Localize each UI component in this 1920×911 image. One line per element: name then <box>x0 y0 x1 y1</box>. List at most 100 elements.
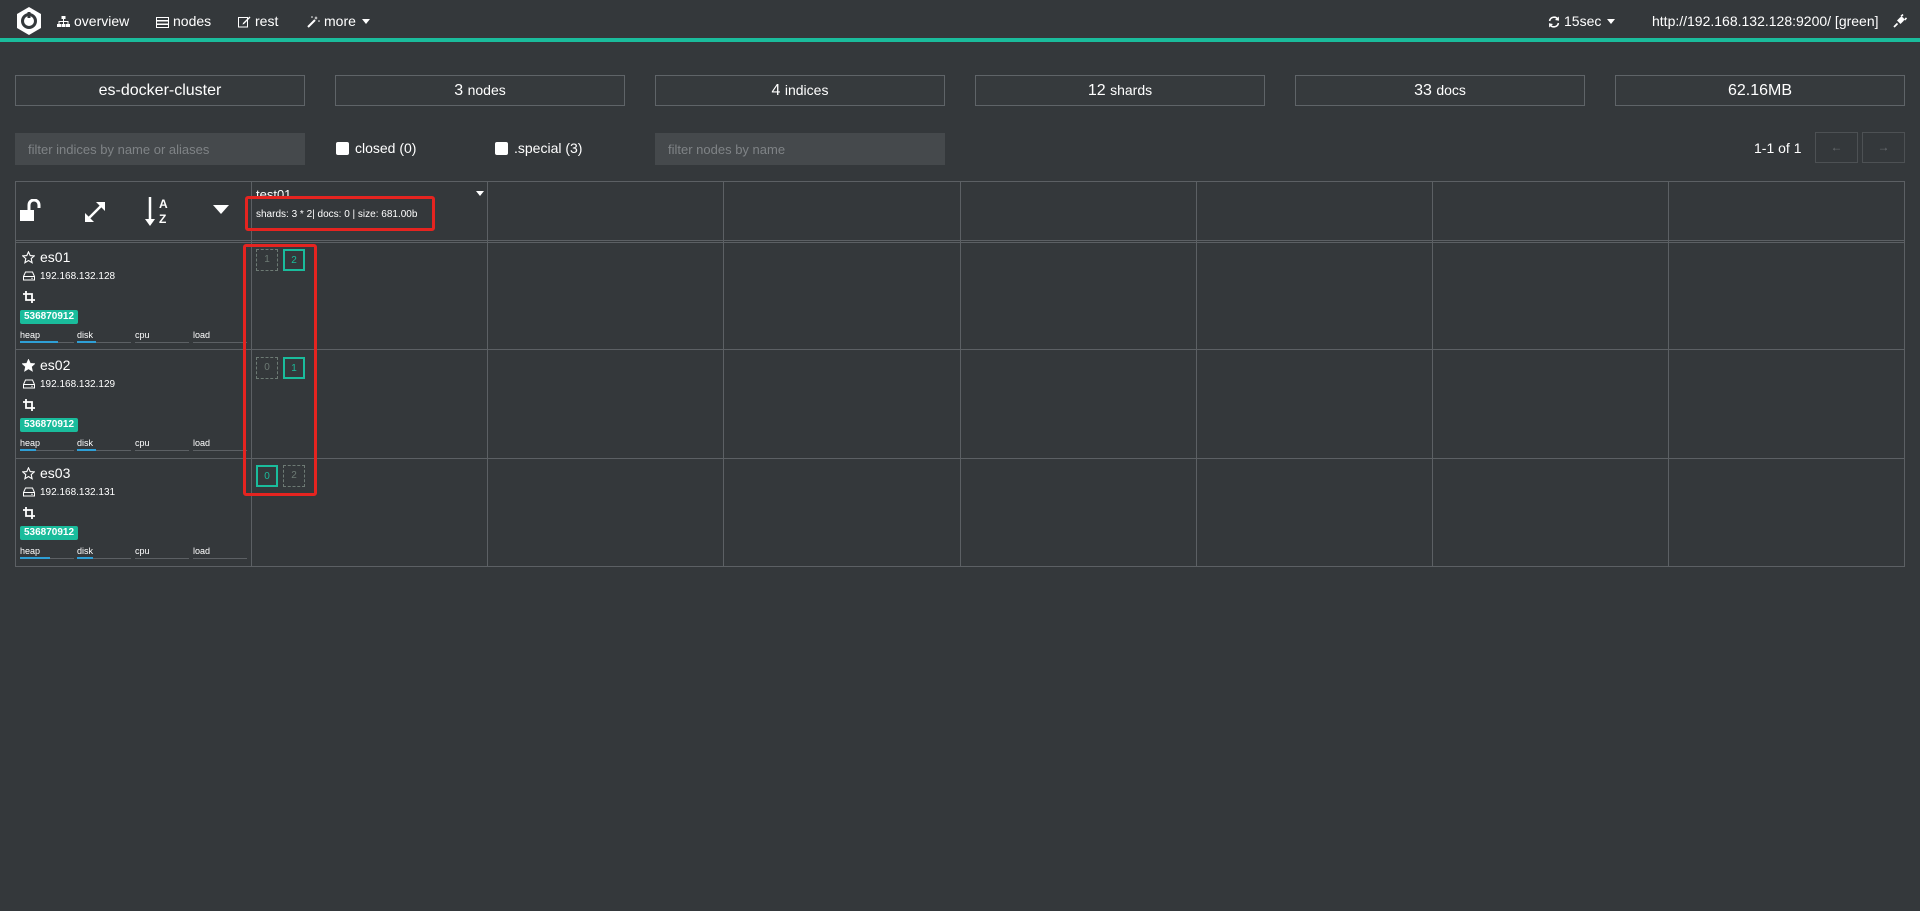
node-ip: 192.168.132.131 <box>40 487 116 498</box>
metric-label: load <box>193 330 211 340</box>
metric-track <box>193 558 247 559</box>
sitemap-icon <box>57 16 70 27</box>
indices-stat: 4 indices <box>655 75 945 106</box>
caret-down-icon[interactable] <box>213 205 229 215</box>
node-metric-disk: disk <box>77 546 131 560</box>
metric-fill <box>20 557 50 559</box>
metric-track <box>135 450 189 451</box>
cluster-name: es-docker-cluster <box>98 82 222 99</box>
unlock-icon[interactable] <box>19 199 45 223</box>
nodes-label: nodes <box>467 82 506 98</box>
cerebro-logo-icon[interactable] <box>14 6 44 36</box>
next-page-button[interactable]: → <box>1862 132 1905 163</box>
docs-count: 33 <box>1414 82 1432 99</box>
metric-track <box>135 558 189 559</box>
pagination-text: 1-1 of 1 <box>1754 140 1802 156</box>
grid-line <box>15 181 1905 182</box>
hdd-icon <box>23 487 35 497</box>
nav-overview[interactable]: overview <box>57 0 129 42</box>
node-metric-cpu: cpu <box>135 546 189 560</box>
metric-track <box>193 450 247 451</box>
metric-fill <box>20 449 36 451</box>
crop-icon <box>23 399 35 411</box>
nav-more-label: more <box>324 13 356 29</box>
node-metric-load: load <box>193 546 247 560</box>
metric-label: load <box>193 438 211 448</box>
nav-more[interactable]: more <box>307 0 370 42</box>
node-metric-cpu: cpu <box>135 330 189 344</box>
nodes-count: 3 <box>454 82 464 99</box>
nav-rest-label: rest <box>255 13 279 29</box>
star-icon <box>22 467 35 480</box>
magic-wand-icon <box>307 16 320 28</box>
node-name[interactable]: es03 <box>40 465 70 481</box>
filter-nodes-input[interactable] <box>655 133 945 165</box>
grid-line <box>15 566 1905 567</box>
docs-label: docs <box>1436 82 1466 98</box>
refresh-interval-dropdown[interactable]: 15sec <box>1548 0 1616 42</box>
navbar: overview nodes rest more 15sec http://19… <box>0 0 1920 42</box>
docs-stat: 33 docs <box>1295 75 1585 106</box>
node-ip: 192.168.132.129 <box>40 379 116 390</box>
hdd-icon <box>23 379 35 389</box>
refresh-icon <box>1548 16 1560 28</box>
prev-page-button[interactable]: ← <box>1815 132 1858 163</box>
disconnect-button[interactable] <box>1893 0 1911 42</box>
closed-checkbox[interactable] <box>336 142 349 155</box>
cluster-host-label: http://192.168.132.128:9200/ [green] <box>1652 13 1879 29</box>
edit-icon <box>238 16 251 28</box>
sort-alpha-icon[interactable]: A Z <box>145 195 175 227</box>
metric-label: disk <box>77 546 94 556</box>
node-name[interactable]: es01 <box>40 249 70 265</box>
node-heap-badge: 536870912 <box>20 526 79 540</box>
metric-fill <box>77 557 93 559</box>
closed-indices-toggle[interactable]: closed (0) <box>336 140 416 156</box>
cluster-overview-grid: A Z test01 shards: 3 * 2| docs: 0 | size… <box>15 181 1905 567</box>
svg-text:Z: Z <box>159 212 166 226</box>
nav-nodes[interactable]: nodes <box>156 0 211 42</box>
grid-line <box>1196 181 1197 567</box>
node-metric-disk: disk <box>77 438 131 452</box>
metric-label: heap <box>20 438 41 448</box>
nav-nodes-label: nodes <box>173 13 212 29</box>
node-heap-badge: 536870912 <box>20 418 79 432</box>
indices-count: 4 <box>771 82 781 99</box>
special-checkbox[interactable] <box>495 142 508 155</box>
metric-fill <box>20 341 58 343</box>
metric-label: heap <box>20 546 41 556</box>
node-metric-cpu: cpu <box>135 438 189 452</box>
node-metric-load: load <box>193 330 247 344</box>
metric-label: cpu <box>135 438 150 448</box>
grid-line <box>487 181 488 567</box>
metric-label: load <box>193 546 211 556</box>
grid-line <box>15 240 1905 241</box>
metric-label: cpu <box>135 330 150 340</box>
special-indices-toggle[interactable]: .special (3) <box>495 140 582 156</box>
node-metric-heap: heap <box>20 330 74 344</box>
cluster-size: 62.16MB <box>1727 82 1793 99</box>
metric-track <box>135 342 189 343</box>
expand-icon[interactable] <box>83 200 107 224</box>
shards-count: 12 <box>1087 82 1106 99</box>
cluster-host-link[interactable]: http://192.168.132.128:9200/ [green] <box>1652 0 1879 42</box>
index-menu-caret-icon[interactable] <box>476 191 484 196</box>
node-name[interactable]: es02 <box>40 357 70 373</box>
node-metric-heap: heap <box>20 438 74 452</box>
grid-line <box>1432 181 1433 567</box>
shards-stat: 12 shards <box>975 75 1265 106</box>
node-heap-badge: 536870912 <box>20 310 79 324</box>
node-ip: 192.168.132.128 <box>40 271 116 282</box>
grid-line <box>15 242 1905 243</box>
node-row: es02 192.168.132.129 536870912 heap disk cpu l… <box>15 351 251 459</box>
filter-indices-input[interactable] <box>15 133 305 165</box>
size-stat: 62.16MB <box>1615 75 1905 106</box>
svg-text:A: A <box>159 197 168 211</box>
metric-fill <box>77 341 96 343</box>
refresh-interval-label: 15sec <box>1564 13 1602 29</box>
nav-rest[interactable]: rest <box>238 0 278 42</box>
server-icon <box>156 17 169 28</box>
node-metric-heap: heap <box>20 546 74 560</box>
metric-fill <box>77 449 96 451</box>
chevron-down-icon <box>1607 19 1616 24</box>
grid-line <box>723 181 724 567</box>
